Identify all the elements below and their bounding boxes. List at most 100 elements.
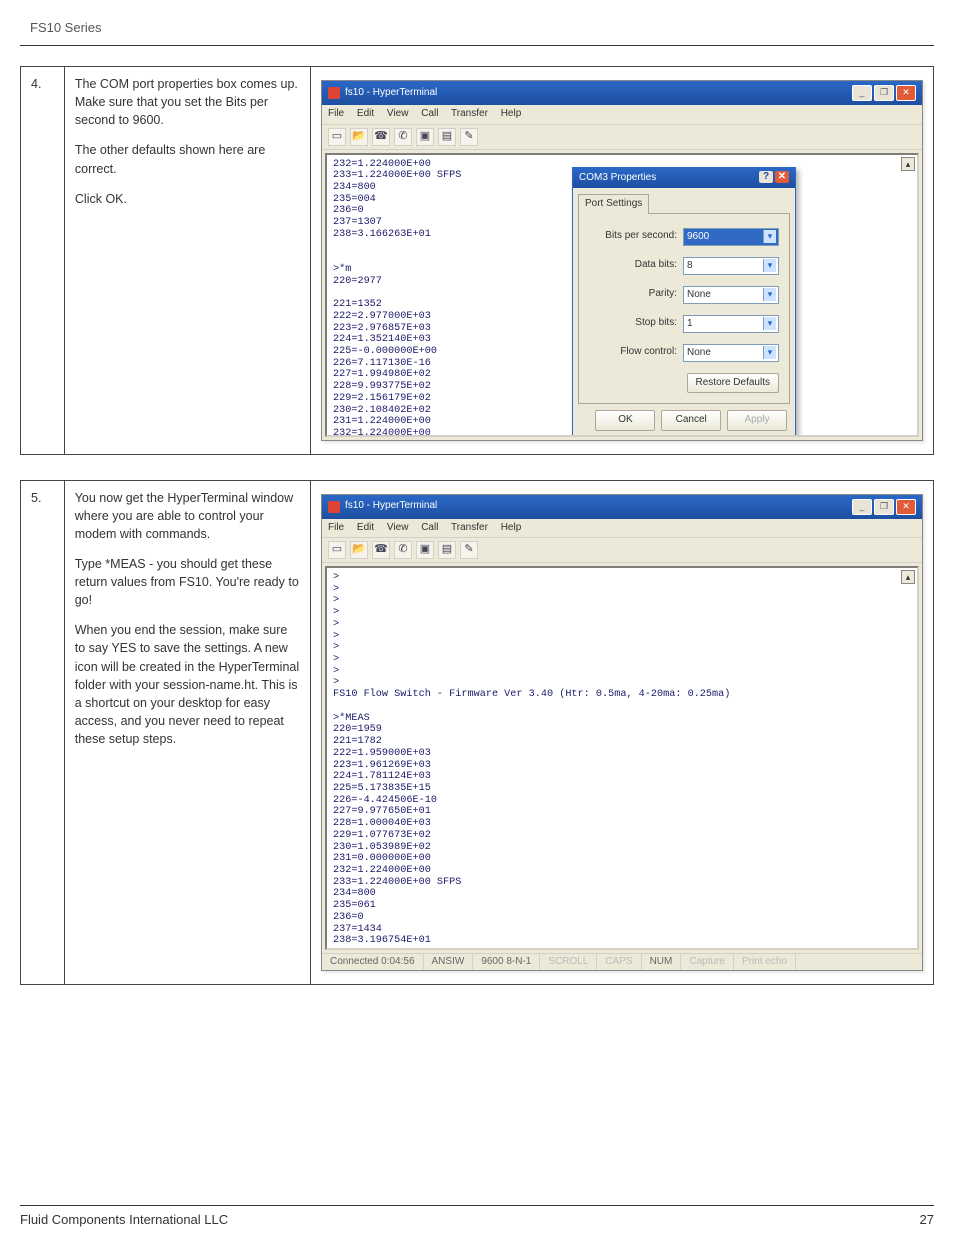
close-button[interactable]: ✕ — [896, 85, 916, 101]
toolbar-2: ▭ 📂 ☎ ✆ ▣ ▤ ✎ — [322, 538, 922, 563]
header-rule — [20, 45, 934, 46]
status-capture: Capture — [681, 954, 734, 970]
tool-call-icon[interactable]: ☎ — [372, 128, 390, 146]
menu-file[interactable]: File — [328, 108, 344, 119]
menu-file-2[interactable]: File — [328, 522, 344, 533]
tab-port-settings[interactable]: Port Settings — [578, 194, 649, 214]
status-num: NUM — [642, 954, 682, 970]
status-bar: Connected 0:04:56 ANSIW 9600 8-N-1 SCROL… — [322, 953, 922, 970]
flow-select[interactable]: None — [683, 344, 779, 362]
tool-recv-icon-2[interactable]: ▤ — [438, 541, 456, 559]
dialog-close-button[interactable]: ✕ — [775, 171, 789, 183]
minimize-button[interactable]: _ — [852, 85, 872, 101]
terminal-pane-2[interactable]: ▴ > > > > > > > > > > FS10 Flow Switch -… — [325, 566, 919, 950]
ok-button[interactable]: OK — [595, 410, 655, 431]
status-caps: CAPS — [597, 954, 641, 970]
status-echo: Print echo — [734, 954, 796, 970]
maximize-button-2[interactable]: ❐ — [874, 499, 894, 515]
menu-transfer[interactable]: Transfer — [451, 108, 488, 119]
stopbits-label: Stop bits: — [635, 316, 677, 331]
close-button-2[interactable]: ✕ — [896, 499, 916, 515]
tool-new-icon-2[interactable]: ▭ — [328, 541, 346, 559]
window-buttons-2: _ ❐ ✕ — [852, 499, 916, 515]
menu-help[interactable]: Help — [501, 108, 522, 119]
flow-label: Flow control: — [620, 345, 677, 360]
dialog-title: COM3 Properties — [579, 171, 656, 186]
minimize-button-2[interactable]: _ — [852, 499, 872, 515]
hyperterminal-window-2: fs10 - HyperTerminal _ ❐ ✕ File Edit Vie… — [321, 494, 923, 972]
terminal-pane-1[interactable]: ▴ 232=1.224000E+00 233=1.224000E+00 SFPS… — [325, 153, 919, 437]
step-5-text: You now get the HyperTerminal window whe… — [64, 480, 310, 985]
menu-call-2[interactable]: Call — [421, 522, 438, 533]
scroll-up-icon-2[interactable]: ▴ — [901, 570, 915, 584]
step-4-table: 4. The COM port properties box comes up.… — [20, 66, 934, 455]
window-title-1: fs10 - HyperTerminal — [345, 86, 437, 101]
step-5-p3: When you end the session, make sure to s… — [75, 621, 300, 748]
status-detect: ANSIW — [424, 954, 474, 970]
terminal-output-2: > > > > > > > > > > FS10 Flow Switch - F… — [327, 568, 917, 950]
bps-select[interactable]: 9600 — [683, 228, 779, 246]
footer-left: Fluid Components International LLC — [20, 1212, 228, 1227]
status-connected: Connected 0:04:56 — [322, 954, 424, 970]
databits-select[interactable]: 8 — [683, 257, 779, 275]
menu-transfer-2[interactable]: Transfer — [451, 522, 488, 533]
dialog-help-button[interactable]: ? — [759, 171, 773, 183]
tool-send-icon[interactable]: ▣ — [416, 128, 434, 146]
app-icon-2 — [328, 501, 340, 513]
tool-open-icon-2[interactable]: 📂 — [350, 541, 368, 559]
tool-hangup-icon-2[interactable]: ✆ — [394, 541, 412, 559]
restore-defaults-button[interactable]: Restore Defaults — [687, 373, 779, 394]
status-scroll: SCROLL — [540, 954, 597, 970]
menu-call[interactable]: Call — [421, 108, 438, 119]
cancel-button[interactable]: Cancel — [661, 410, 721, 431]
page-footer: Fluid Components International LLC 27 — [20, 1205, 934, 1227]
step-4-number: 4. — [21, 67, 65, 455]
dialog-tabs: Port Settings Bits per second: 9600 Data… — [578, 193, 790, 404]
menu-edit-2[interactable]: Edit — [357, 522, 374, 533]
step-4-p2: The other defaults shown here are correc… — [75, 141, 300, 177]
titlebar-2: fs10 - HyperTerminal _ ❐ ✕ — [322, 495, 922, 519]
page-header: FS10 Series — [0, 0, 954, 40]
databits-label: Data bits: — [635, 258, 677, 273]
maximize-button[interactable]: ❐ — [874, 85, 894, 101]
window-title-2: fs10 - HyperTerminal — [345, 499, 437, 514]
tool-new-icon[interactable]: ▭ — [328, 128, 346, 146]
status-baud: 9600 8-N-1 — [473, 954, 540, 970]
tool-props-icon-2[interactable]: ✎ — [460, 541, 478, 559]
toolbar-1: ▭ 📂 ☎ ✆ ▣ ▤ ✎ — [322, 125, 922, 150]
parity-label: Parity: — [649, 287, 677, 302]
step-5-number: 5. — [21, 480, 65, 985]
step-4-text: The COM port properties box comes up. Ma… — [64, 67, 310, 455]
tool-recv-icon[interactable]: ▤ — [438, 128, 456, 146]
menu-help-2[interactable]: Help — [501, 522, 522, 533]
stopbits-select[interactable]: 1 — [683, 315, 779, 333]
tool-hangup-icon[interactable]: ✆ — [394, 128, 412, 146]
step-5-table: 5. You now get the HyperTerminal window … — [20, 480, 934, 986]
restore-row: Restore Defaults — [589, 373, 779, 394]
bps-label: Bits per second: — [605, 229, 677, 244]
menu-edit[interactable]: Edit — [357, 108, 374, 119]
tool-props-icon[interactable]: ✎ — [460, 128, 478, 146]
tool-open-icon[interactable]: 📂 — [350, 128, 368, 146]
menu-view-2[interactable]: View — [387, 522, 409, 533]
menu-view[interactable]: View — [387, 108, 409, 119]
step-4-screenshot-cell: fs10 - HyperTerminal _ ❐ ✕ File Edit Vie… — [311, 67, 934, 455]
step-4-p3: Click OK. — [75, 190, 300, 208]
tool-call-icon-2[interactable]: ☎ — [372, 541, 390, 559]
app-icon — [328, 87, 340, 99]
dialog-buttons: OK Cancel Apply — [573, 404, 795, 437]
com-properties-dialog: COM3 Properties ? ✕ Port Settings Bits p… — [572, 167, 796, 437]
menubar-1: File Edit View Call Transfer Help — [322, 105, 922, 125]
parity-select[interactable]: None — [683, 286, 779, 304]
dialog-titlebar: COM3 Properties ? ✕ — [573, 168, 795, 189]
step-4-p1: The COM port properties box comes up. Ma… — [75, 75, 300, 129]
tab-panel: Bits per second: 9600 Data bits: 8 Parit… — [578, 213, 790, 405]
window-buttons-1: _ ❐ ✕ — [852, 85, 916, 101]
footer-page-number: 27 — [920, 1212, 934, 1227]
apply-button[interactable]: Apply — [727, 410, 787, 431]
scroll-up-icon[interactable]: ▴ — [901, 157, 915, 171]
step-5-screenshot-cell: fs10 - HyperTerminal _ ❐ ✕ File Edit Vie… — [311, 480, 934, 985]
tool-send-icon-2[interactable]: ▣ — [416, 541, 434, 559]
step-5-p1: You now get the HyperTerminal window whe… — [75, 489, 300, 543]
titlebar-1: fs10 - HyperTerminal _ ❐ ✕ — [322, 81, 922, 105]
